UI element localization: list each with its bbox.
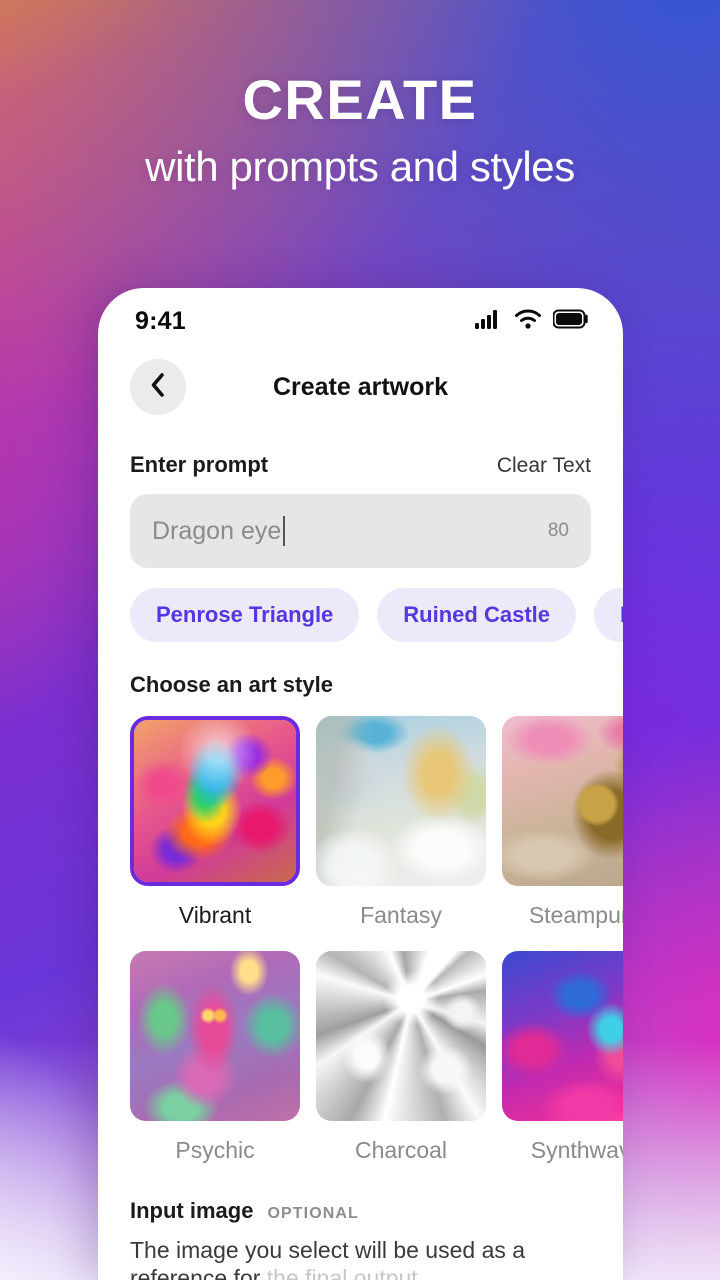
- art-style-image: [316, 951, 486, 1121]
- art-style-label: Fantasy: [360, 902, 442, 928]
- input-image-description-line2: the final output.: [266, 1265, 425, 1280]
- hero-subheadline: with prompts and styles: [145, 143, 575, 190]
- nav-bar: Create artwork: [98, 344, 623, 430]
- art-style-thumbnail[interactable]: [316, 716, 486, 886]
- art-style-image: [134, 720, 296, 882]
- battery-icon: [552, 309, 589, 334]
- art-style-image: [130, 951, 300, 1121]
- phone-mockup: 9:41 Create artwork Enter prompt Clear T…: [98, 288, 623, 1280]
- art-style-section-title: Choose an art style: [130, 672, 333, 697]
- optional-badge: OPTIONAL: [267, 1205, 359, 1222]
- input-image-header: Input image OPTIONAL: [130, 1198, 591, 1224]
- art-style-grid: Vibrant Fantasy Steampunk Psychic: [130, 716, 623, 1164]
- wifi-icon: [514, 309, 542, 334]
- art-style-thumbnail[interactable]: [130, 951, 300, 1121]
- screen-content: Enter prompt Clear Text Dragon eye 80 Pe…: [98, 452, 623, 1280]
- prompt-input-value-wrap: Dragon eye: [152, 516, 286, 546]
- art-style-image: [502, 951, 623, 1121]
- input-image-description: The image you select will be used as a r…: [130, 1236, 600, 1280]
- clear-text-button[interactable]: Clear Text: [497, 454, 591, 478]
- art-style-label: Vibrant: [178, 902, 252, 928]
- art-style-option-fantasy[interactable]: Fantasy: [316, 716, 486, 929]
- art-style-option-charcoal[interactable]: Charcoal: [316, 951, 486, 1164]
- art-style-option-psychic[interactable]: Psychic: [130, 951, 300, 1164]
- hero-headline: CREATE: [242, 68, 478, 131]
- prompt-char-counter: 80: [547, 520, 569, 541]
- status-bar-time: 9:41: [135, 306, 186, 335]
- art-style-label: Synthwave: [530, 1137, 623, 1163]
- art-style-thumbnail[interactable]: [130, 716, 300, 886]
- art-style-image: [316, 716, 486, 886]
- status-bar-icons: [475, 309, 589, 334]
- text-caret: [283, 516, 286, 546]
- chevron-left-icon: [147, 372, 169, 403]
- art-style-thumbnail[interactable]: [502, 716, 623, 886]
- suggestion-chip-infinity[interactable]: Infinity: [594, 588, 623, 642]
- art-style-label: Steampunk: [528, 902, 623, 928]
- suggestion-chip-ruined-castle[interactable]: Ruined Castle: [377, 588, 576, 642]
- status-bar: 9:41: [98, 288, 623, 344]
- prompt-header-row: Enter prompt Clear Text: [130, 452, 591, 478]
- prompt-input-value: Dragon eye: [152, 516, 282, 545]
- input-image-title: Input image: [130, 1198, 254, 1223]
- back-button[interactable]: [130, 359, 186, 415]
- suggestion-chip-penrose-triangle[interactable]: Penrose Triangle: [130, 588, 360, 642]
- art-style-label: Charcoal: [354, 1137, 448, 1163]
- prompt-label: Enter prompt: [130, 452, 269, 477]
- art-style-label: Psychic: [175, 1137, 255, 1163]
- art-style-thumbnail[interactable]: [316, 951, 486, 1121]
- art-style-thumbnail[interactable]: [502, 951, 623, 1121]
- suggestion-chip-list: Penrose Triangle Ruined Castle Infinity: [130, 588, 623, 642]
- prompt-input[interactable]: Dragon eye 80: [130, 494, 591, 568]
- art-style-image: [502, 716, 623, 886]
- cellular-signal-icon: [475, 309, 503, 334]
- hero-text-block: CREATE with prompts and styles: [0, 0, 720, 190]
- art-style-option-steampunk[interactable]: Steampunk: [502, 716, 623, 929]
- art-style-option-vibrant[interactable]: Vibrant: [130, 716, 300, 929]
- art-style-option-synthwave[interactable]: Synthwave: [502, 951, 623, 1164]
- input-image-section: Input image OPTIONAL The image you selec…: [130, 1198, 591, 1280]
